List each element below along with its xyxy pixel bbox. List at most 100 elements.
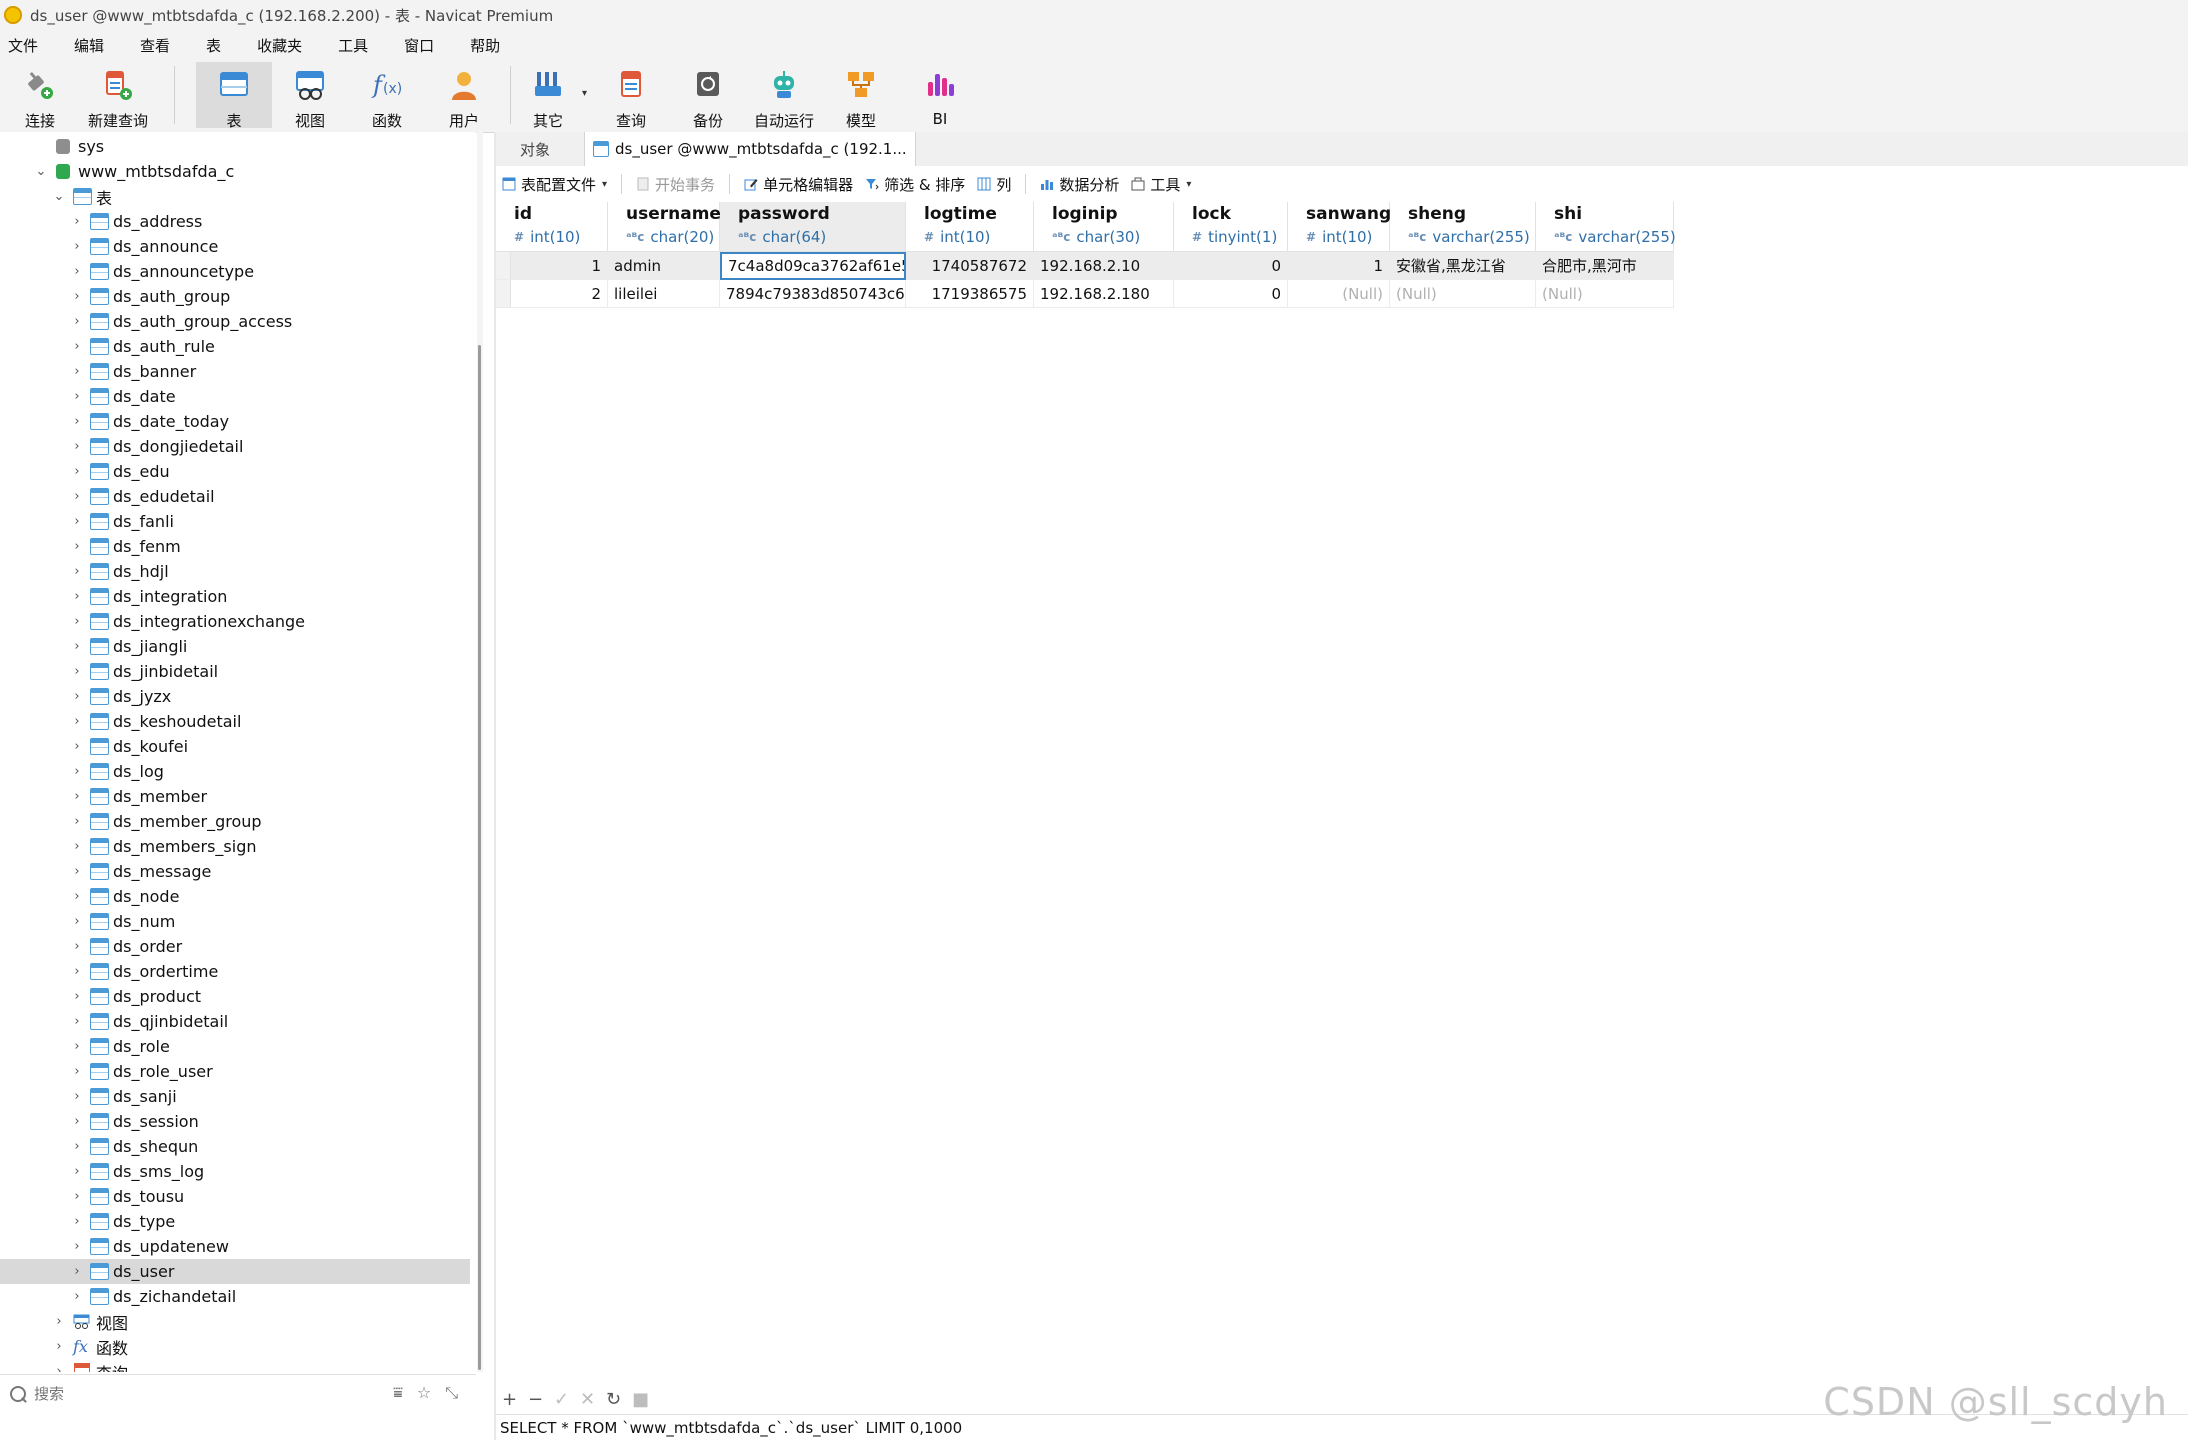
menu-help[interactable]: 帮助 [462, 35, 514, 56]
cell-username[interactable]: admin [608, 252, 720, 280]
sidebar-table-ds_ordertime[interactable]: › ds_ordertime [0, 959, 470, 984]
chevron-right-icon[interactable]: › [70, 364, 84, 379]
chevron-right-icon[interactable]: › [70, 1089, 84, 1104]
cell-lock[interactable]: 0 [1174, 280, 1288, 308]
chevron-right-icon[interactable]: › [70, 339, 84, 354]
chevron-right-icon[interactable]: › [70, 1014, 84, 1029]
chevron-right-icon[interactable]: › [70, 639, 84, 654]
chevron-right-icon[interactable]: › [70, 564, 84, 579]
cell-lock[interactable]: 0 [1174, 252, 1288, 280]
sidebar-table-ds_tousu[interactable]: › ds_tousu [0, 1184, 470, 1209]
chevron-right-icon[interactable]: › [70, 1114, 84, 1129]
menu-tools[interactable]: 工具 [330, 35, 382, 56]
chevron-right-icon[interactable]: › [70, 514, 84, 529]
chevron-right-icon[interactable]: › [70, 939, 84, 954]
menu-view[interactable]: 查看 [132, 35, 184, 56]
other-dropdown-caret-icon[interactable]: ▾ [582, 88, 587, 99]
chevron-right-icon[interactable]: › [70, 614, 84, 629]
sidebar-table-ds_fanli[interactable]: › ds_fanli [0, 509, 470, 534]
sidebar-table-ds_role[interactable]: › ds_role [0, 1034, 470, 1059]
tab-ds-user[interactable]: ds_user @www_mtbtsdafda_c (192.1... [584, 132, 916, 166]
chevron-right-icon[interactable]: › [70, 889, 84, 904]
chevron-right-icon[interactable]: › [70, 664, 84, 679]
chevron-right-icon[interactable]: › [70, 589, 84, 604]
search-input[interactable] [32, 1384, 376, 1404]
chevron-right-icon[interactable]: › [70, 1164, 84, 1179]
chevron-right-icon[interactable]: › [70, 489, 84, 504]
chevron-right-icon[interactable]: › [70, 1064, 84, 1079]
sidebar-table-ds_qjinbidetail[interactable]: › ds_qjinbidetail [0, 1009, 470, 1034]
chevron-right-icon[interactable]: › [70, 864, 84, 879]
cell-sanwang[interactable]: 1 [1288, 252, 1390, 280]
stop-icon[interactable]: ■ [632, 1389, 649, 1410]
discard-x-icon[interactable]: ✕ [580, 1389, 595, 1410]
menu-edit[interactable]: 编辑 [66, 35, 118, 56]
sidebar-table-ds_keshoudetail[interactable]: › ds_keshoudetail [0, 709, 470, 734]
sidebar-table-ds_product[interactable]: › ds_product [0, 984, 470, 1009]
chevron-right-icon[interactable]: › [70, 414, 84, 429]
chevron-right-icon[interactable]: › [70, 1039, 84, 1054]
sidebar-table-ds_address[interactable]: › ds_address [0, 209, 470, 234]
sidebar-table-ds_zichandetail[interactable]: › ds_zichandetail [0, 1284, 470, 1309]
cell-id[interactable]: 1 [496, 252, 608, 280]
other-button[interactable]: 其它 [510, 62, 586, 130]
chevron-right-icon[interactable]: › [70, 1214, 84, 1229]
cell-logtime[interactable]: 1740587672 [906, 252, 1034, 280]
sidebar-table-ds_log[interactable]: › ds_log [0, 759, 470, 784]
sidebar-table-ds_user[interactable]: › ds_user [0, 1259, 470, 1284]
sidebar-table-ds_auth_group_access[interactable]: › ds_auth_group_access [0, 309, 470, 334]
sidebar-table-ds_session[interactable]: › ds_session [0, 1109, 470, 1134]
sidebar-table-ds_edu[interactable]: › ds_edu [0, 459, 470, 484]
cell-password[interactable]: 7c4a8d09ca3762af61e5 [720, 252, 906, 280]
pane-divider[interactable] [494, 132, 496, 1440]
chevron-right-icon[interactable]: › [70, 714, 84, 729]
cell-editor-button[interactable]: 单元格编辑器 [744, 174, 853, 195]
collapse-icon[interactable]: ⤡ [445, 1383, 458, 1403]
sidebar-table-ds_hdjl[interactable]: › ds_hdjl [0, 559, 470, 584]
user-button[interactable]: 用户 [426, 62, 502, 130]
column-header-loginip[interactable]: loginip ᵃᴮc char(30) [1034, 202, 1174, 252]
sidebar-table-ds_updatenew[interactable]: › ds_updatenew [0, 1234, 470, 1259]
sidebar-table-ds_auth_rule[interactable]: › ds_auth_rule [0, 334, 470, 359]
chevron-right-icon[interactable]: › [70, 239, 84, 254]
sidebar-table-ds_fenm[interactable]: › ds_fenm [0, 534, 470, 559]
connect-button[interactable]: 连接 [2, 62, 78, 130]
add-record-icon[interactable]: + [502, 1389, 517, 1410]
chevron-right-icon[interactable]: › [70, 839, 84, 854]
columns-button[interactable]: 列 [977, 174, 1011, 195]
cell-loginip[interactable]: 192.168.2.180 [1034, 280, 1174, 308]
chevron-right-icon[interactable]: › [70, 764, 84, 779]
cell-id[interactable]: 2 [496, 280, 608, 308]
sidebar-table-ds_members_sign[interactable]: › ds_members_sign [0, 834, 470, 859]
begin-transaction-button[interactable]: 开始事务 [636, 174, 715, 195]
sidebar-table-ds_announce[interactable]: › ds_announce [0, 234, 470, 259]
sidebar-table-ds_member[interactable]: › ds_member [0, 784, 470, 809]
chevron-down-icon[interactable]: ⌄ [52, 189, 66, 204]
table-button[interactable]: 表 [196, 62, 272, 130]
filter-sort-button[interactable]: 筛选 & 排序 [865, 174, 965, 195]
chevron-right-icon[interactable]: › [70, 1289, 84, 1304]
sidebar-table-ds_sms_log[interactable]: › ds_sms_log [0, 1159, 470, 1184]
cell-sanwang[interactable]: (Null) [1288, 280, 1390, 308]
column-header-shi[interactable]: shi ᵃᴮc varchar(255) [1536, 202, 1676, 252]
sidebar-table-ds_date[interactable]: › ds_date [0, 384, 470, 409]
sidebar-table-ds_integration[interactable]: › ds_integration [0, 584, 470, 609]
cell-username[interactable]: lileilei [608, 280, 720, 308]
menu-favorites[interactable]: 收藏夹 [249, 35, 316, 56]
chevron-right-icon[interactable]: › [70, 989, 84, 1004]
column-header-sheng[interactable]: sheng ᵃᴮc varchar(255) [1390, 202, 1536, 252]
sidebar-table-ds_type[interactable]: › ds_type [0, 1209, 470, 1234]
sidebar-table-ds_announcetype[interactable]: › ds_announcetype [0, 259, 470, 284]
sidebar-table-ds_order[interactable]: › ds_order [0, 934, 470, 959]
chevron-right-icon[interactable]: › [52, 1314, 66, 1329]
chevron-right-icon[interactable]: › [70, 814, 84, 829]
sidebar-table-ds_jinbidetail[interactable]: › ds_jinbidetail [0, 659, 470, 684]
cell-sheng[interactable]: 安徽省,黑龙江省 [1390, 252, 1536, 280]
menu-window[interactable]: 窗口 [396, 35, 448, 56]
tree-item-views-group[interactable]: › 视图 [0, 1309, 470, 1334]
chevron-right-icon[interactable]: › [70, 739, 84, 754]
cell-loginip[interactable]: 192.168.2.10 [1034, 252, 1174, 280]
cell-shi[interactable]: (Null) [1536, 280, 1674, 308]
star-icon[interactable]: ☆ [417, 1383, 431, 1403]
sidebar-table-ds_role_user[interactable]: › ds_role_user [0, 1059, 470, 1084]
